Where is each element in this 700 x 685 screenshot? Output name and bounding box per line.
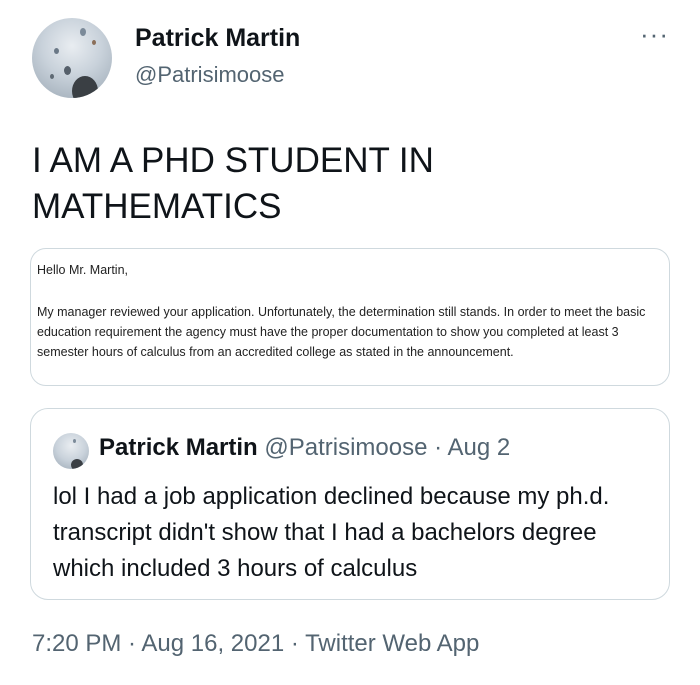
avatar[interactable] (32, 18, 112, 98)
email-greeting: Hello Mr. Martin, (37, 263, 128, 277)
quoted-avatar (53, 433, 89, 469)
quoted-author-meta: @Patrisimoose · Aug 2 (257, 434, 511, 461)
tweet-timestamp[interactable]: 7:20 PM · Aug 16, 2021 · Twitter Web App (32, 630, 479, 658)
author-name[interactable]: Patrick Martin (135, 24, 300, 53)
quoted-tweet-text: lol I had a job application declined bec… (53, 483, 610, 582)
more-options-icon[interactable]: ··· (640, 21, 669, 47)
email-body: My manager reviewed your application. Un… (37, 305, 646, 359)
quoted-tweet[interactable]: Patrick Martin @Patrisimoose · Aug 2 lol… (30, 408, 670, 600)
attached-image[interactable]: Hello Mr. Martin, My manager reviewed yo… (30, 248, 670, 386)
quoted-author-name[interactable]: Patrick Martin (99, 434, 258, 461)
quoted-header: Patrick Martin @Patrisimoose · Aug 2 (99, 434, 510, 462)
tweet-text: I AM A PHD STUDENT IN MATHEMATICS (32, 141, 434, 226)
author-handle[interactable]: @Patrisimoose (135, 62, 285, 88)
